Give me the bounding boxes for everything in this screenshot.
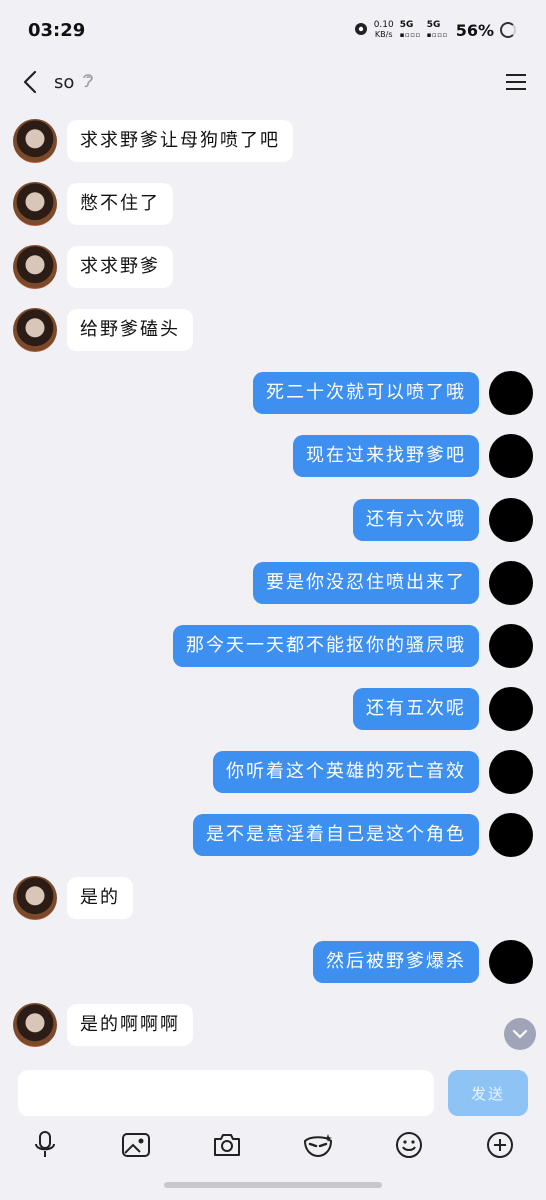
incoming-message[interactable]: 求求野爹让母狗喷了吧: [67, 120, 293, 162]
chat-header: so: [0, 60, 546, 104]
message-row: 是不是意淫着自己是这个角色: [0, 810, 546, 860]
net-speed-unit: KB/s: [374, 30, 393, 39]
contact-avatar[interactable]: [13, 182, 57, 226]
my-avatar[interactable]: [489, 750, 533, 794]
chat-title: so: [54, 71, 75, 93]
contact-avatar[interactable]: [13, 119, 57, 163]
status-time: 03:29: [28, 19, 86, 41]
status-right: 0.10 KB/s 5G ▪▫▫▫ 5G ▪▫▫▫ 56%: [354, 20, 516, 40]
message-row: 那今天一天都不能抠你的骚屄哦: [0, 621, 546, 671]
microphone-icon[interactable]: [28, 1128, 62, 1162]
outgoing-message[interactable]: 死二十次就可以喷了哦: [253, 372, 479, 414]
my-avatar[interactable]: [489, 498, 533, 542]
message-row: 给野爹磕头: [0, 305, 546, 355]
message-row: 是的啊啊啊: [0, 1000, 546, 1050]
outgoing-message[interactable]: 是不是意淫着自己是这个角色: [193, 814, 479, 856]
status-bar: 03:29 0.10 KB/s 5G ▪▫▫▫ 5G ▪▫▫▫ 56%: [0, 0, 546, 60]
my-avatar[interactable]: [489, 687, 533, 731]
outgoing-message[interactable]: 还有六次哦: [353, 499, 479, 541]
message-row: 还有六次哦: [0, 495, 546, 545]
plus-icon[interactable]: [483, 1128, 517, 1162]
notification-icon: [354, 22, 368, 39]
net-speed: 0.10 KB/s: [374, 20, 394, 40]
incoming-message[interactable]: 给野爹磕头: [67, 309, 193, 351]
image-icon[interactable]: [119, 1128, 153, 1162]
outgoing-message[interactable]: 你听着这个英雄的死亡音效: [213, 751, 479, 793]
outgoing-message[interactable]: 然后被野爹爆杀: [313, 941, 479, 983]
sim1-label: 5G: [399, 20, 414, 30]
signal-bars-icon: ▪▫▫▫: [426, 31, 448, 39]
contact-avatar[interactable]: [13, 245, 57, 289]
my-avatar[interactable]: [489, 434, 533, 478]
contact-avatar[interactable]: [13, 1003, 57, 1047]
incoming-message[interactable]: 是的: [67, 877, 133, 919]
incoming-message[interactable]: 憋不住了: [67, 183, 173, 225]
message-row: 现在过来找野爹吧: [0, 431, 546, 481]
signal-bars-icon: ▪▫▫▫: [399, 31, 421, 39]
send-button[interactable]: 发送: [448, 1070, 528, 1116]
mask-icon[interactable]: [301, 1128, 335, 1162]
message-row: 还有五次呢: [0, 684, 546, 734]
message-row: 憋不住了: [0, 179, 546, 229]
outgoing-message[interactable]: 那今天一天都不能抠你的骚屄哦: [173, 625, 479, 667]
scroll-down-button[interactable]: [504, 1018, 536, 1050]
camera-icon[interactable]: [210, 1128, 244, 1162]
message-row: 然后被野爹爆杀: [0, 937, 546, 987]
my-avatar[interactable]: [489, 624, 533, 668]
my-avatar[interactable]: [489, 371, 533, 415]
my-avatar[interactable]: [489, 561, 533, 605]
message-row: 死二十次就可以喷了哦: [0, 368, 546, 418]
incoming-message[interactable]: 求求野爹: [67, 246, 173, 288]
message-row: 你听着这个英雄的死亡音效: [0, 747, 546, 797]
sim2-label: 5G: [426, 20, 441, 30]
net-speed-value: 0.10: [373, 20, 394, 30]
outgoing-message[interactable]: 现在过来找野爹吧: [293, 435, 479, 477]
signal-sim2: 5G ▪▫▫▫: [427, 20, 448, 40]
toolbar: [0, 1128, 546, 1164]
emoji-icon[interactable]: [392, 1128, 426, 1162]
signal-sim1: 5G ▪▫▫▫: [400, 20, 421, 40]
contact-avatar[interactable]: [13, 876, 57, 920]
message-row: 要是你没忍住喷出来了: [0, 558, 546, 608]
home-indicator[interactable]: [164, 1182, 382, 1188]
message-row: 求求野爹让母狗喷了吧: [0, 116, 546, 166]
contact-avatar[interactable]: [13, 308, 57, 352]
incoming-message[interactable]: 是的啊啊啊: [67, 1004, 193, 1046]
outgoing-message[interactable]: 还有五次呢: [353, 688, 479, 730]
ear-icon: [82, 72, 94, 92]
message-input[interactable]: [18, 1070, 434, 1116]
message-row: 是的: [0, 873, 546, 923]
battery-percent: 56%: [455, 20, 494, 40]
my-avatar[interactable]: [489, 813, 533, 857]
outgoing-message[interactable]: 要是你没忍住喷出来了: [253, 562, 479, 604]
composer: 发送: [0, 1062, 546, 1200]
my-avatar[interactable]: [489, 940, 533, 984]
back-icon[interactable]: [16, 68, 44, 96]
message-row: 求求野爹: [0, 242, 546, 292]
battery-icon: [500, 22, 516, 38]
menu-icon[interactable]: [502, 68, 530, 96]
